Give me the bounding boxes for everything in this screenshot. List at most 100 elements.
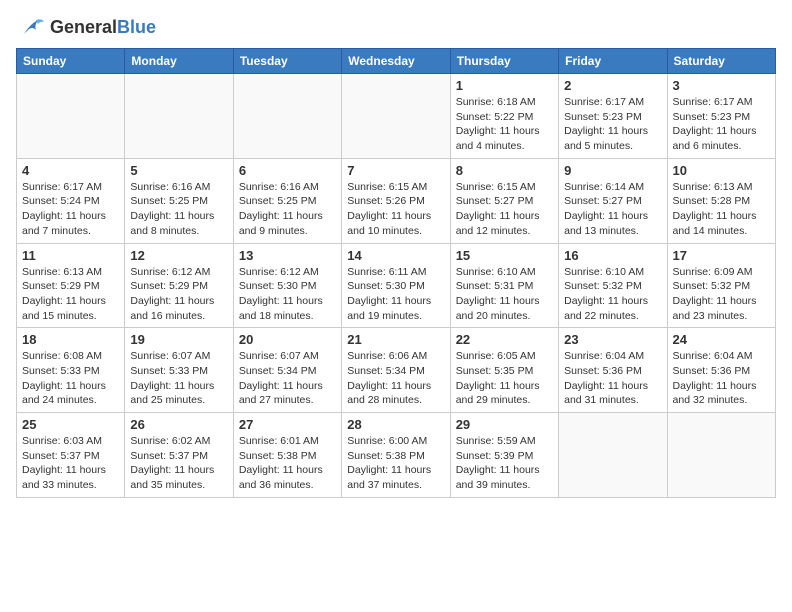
calendar-cell: 12Sunrise: 6:12 AMSunset: 5:29 PMDayligh… xyxy=(125,243,233,328)
calendar-week-row: 4 Sunrise: 6:17 AMSunset: 5:24 PMDaylight… xyxy=(17,158,776,243)
day-number: 25 xyxy=(22,417,119,432)
day-info: Sunrise: 6:17 AMSunset: 5:23 PMDaylight:… xyxy=(673,95,770,154)
calendar-cell xyxy=(667,413,775,498)
day-info: Sunrise: 6:18 AMSunset: 5:22 PMDaylight:… xyxy=(456,95,553,154)
calendar-cell: 6 Sunrise: 6:16 AMSunset: 5:25 PMDaylight… xyxy=(233,158,341,243)
calendar-cell: 16Sunrise: 6:10 AMSunset: 5:32 PMDayligh… xyxy=(559,243,667,328)
weekday-header-sunday: Sunday xyxy=(17,49,125,74)
day-info: Sunrise: 6:03 AMSunset: 5:37 PMDaylight:… xyxy=(22,434,119,493)
weekday-header-tuesday: Tuesday xyxy=(233,49,341,74)
day-info: Sunrise: 6:15 AMSunset: 5:26 PMDaylight:… xyxy=(347,180,444,239)
weekday-header-wednesday: Wednesday xyxy=(342,49,450,74)
day-number: 16 xyxy=(564,248,661,263)
calendar-cell: 4 Sunrise: 6:17 AMSunset: 5:24 PMDaylight… xyxy=(17,158,125,243)
day-number: 8 xyxy=(456,163,553,178)
calendar-week-row: 1 Sunrise: 6:18 AMSunset: 5:22 PMDaylight… xyxy=(17,74,776,159)
calendar-week-row: 11 Sunrise: 6:13 AMSunset: 5:29 PMDayligh… xyxy=(17,243,776,328)
calendar-cell: 27 Sunrise: 6:01 AMSunset: 5:38 PMDayligh… xyxy=(233,413,341,498)
calendar-cell: 28 Sunrise: 6:00 AMSunset: 5:38 PMDayligh… xyxy=(342,413,450,498)
calendar-cell: 22 Sunrise: 6:05 AMSunset: 5:35 PMDayligh… xyxy=(450,328,558,413)
calendar-cell: 26 Sunrise: 6:02 AMSunset: 5:37 PMDayligh… xyxy=(125,413,233,498)
calendar-cell: 1 Sunrise: 6:18 AMSunset: 5:22 PMDaylight… xyxy=(450,74,558,159)
day-number: 9 xyxy=(564,163,661,178)
calendar-cell xyxy=(17,74,125,159)
day-number: 22 xyxy=(456,332,553,347)
calendar-cell: 7 Sunrise: 6:15 AMSunset: 5:26 PMDaylight… xyxy=(342,158,450,243)
day-number: 3 xyxy=(673,78,770,93)
calendar-body: 1 Sunrise: 6:18 AMSunset: 5:22 PMDaylight… xyxy=(17,74,776,498)
calendar-cell xyxy=(342,74,450,159)
day-number: 1 xyxy=(456,78,553,93)
calendar-cell: 18 Sunrise: 6:08 AMSunset: 5:33 PMDayligh… xyxy=(17,328,125,413)
day-info: Sunrise: 6:05 AMSunset: 5:35 PMDaylight:… xyxy=(456,349,553,408)
day-info: Sunrise: 6:07 AMSunset: 5:34 PMDaylight:… xyxy=(239,349,336,408)
day-info: Sunrise: 6:04 AMSunset: 5:36 PMDaylight:… xyxy=(673,349,770,408)
day-number: 26 xyxy=(130,417,227,432)
day-info: Sunrise: 6:01 AMSunset: 5:38 PMDaylight:… xyxy=(239,434,336,493)
calendar-cell: 13Sunrise: 6:12 AMSunset: 5:30 PMDayligh… xyxy=(233,243,341,328)
day-number: 20 xyxy=(239,332,336,347)
day-info: Sunrise: 6:08 AMSunset: 5:33 PMDaylight:… xyxy=(22,349,119,408)
day-number: 15 xyxy=(456,248,553,263)
calendar-cell: 2Sunrise: 6:17 AMSunset: 5:23 PMDaylight… xyxy=(559,74,667,159)
calendar-table: SundayMondayTuesdayWednesdayThursdayFrid… xyxy=(16,48,776,498)
calendar-cell: 11 Sunrise: 6:13 AMSunset: 5:29 PMDayligh… xyxy=(17,243,125,328)
day-number: 23 xyxy=(564,332,661,347)
weekday-header-thursday: Thursday xyxy=(450,49,558,74)
day-info: Sunrise: 6:15 AMSunset: 5:27 PMDaylight:… xyxy=(456,180,553,239)
weekday-header-friday: Friday xyxy=(559,49,667,74)
day-number: 10 xyxy=(673,163,770,178)
calendar-cell: 23 Sunrise: 6:04 AMSunset: 5:36 PMDayligh… xyxy=(559,328,667,413)
calendar-cell xyxy=(233,74,341,159)
day-number: 11 xyxy=(22,248,119,263)
calendar-header: SundayMondayTuesdayWednesdayThursdayFrid… xyxy=(17,49,776,74)
day-info: Sunrise: 6:06 AMSunset: 5:34 PMDaylight:… xyxy=(347,349,444,408)
day-info: Sunrise: 6:16 AMSunset: 5:25 PMDaylight:… xyxy=(239,180,336,239)
day-info: Sunrise: 5:59 AMSunset: 5:39 PMDaylight:… xyxy=(456,434,553,493)
day-info: Sunrise: 6:10 AMSunset: 5:31 PMDaylight:… xyxy=(456,265,553,324)
day-number: 6 xyxy=(239,163,336,178)
day-info: Sunrise: 6:07 AMSunset: 5:33 PMDaylight:… xyxy=(130,349,227,408)
day-info: Sunrise: 6:14 AMSunset: 5:27 PMDaylight:… xyxy=(564,180,661,239)
day-info: Sunrise: 6:13 AMSunset: 5:29 PMDaylight:… xyxy=(22,265,119,324)
day-number: 19 xyxy=(130,332,227,347)
calendar-cell: 21 Sunrise: 6:06 AMSunset: 5:34 PMDayligh… xyxy=(342,328,450,413)
weekday-header-row: SundayMondayTuesdayWednesdayThursdayFrid… xyxy=(17,49,776,74)
day-info: Sunrise: 6:09 AMSunset: 5:32 PMDaylight:… xyxy=(673,265,770,324)
calendar-cell: 24Sunrise: 6:04 AMSunset: 5:36 PMDayligh… xyxy=(667,328,775,413)
day-number: 21 xyxy=(347,332,444,347)
day-info: Sunrise: 6:13 AMSunset: 5:28 PMDaylight:… xyxy=(673,180,770,239)
calendar-cell: 25 Sunrise: 6:03 AMSunset: 5:37 PMDayligh… xyxy=(17,413,125,498)
day-info: Sunrise: 6:04 AMSunset: 5:36 PMDaylight:… xyxy=(564,349,661,408)
calendar-cell: 19 Sunrise: 6:07 AMSunset: 5:33 PMDayligh… xyxy=(125,328,233,413)
day-number: 7 xyxy=(347,163,444,178)
day-number: 4 xyxy=(22,163,119,178)
calendar-cell: 20 Sunrise: 6:07 AMSunset: 5:34 PMDayligh… xyxy=(233,328,341,413)
logo-icon xyxy=(16,16,46,40)
calendar-cell: 9 Sunrise: 6:14 AMSunset: 5:27 PMDaylight… xyxy=(559,158,667,243)
calendar-cell xyxy=(559,413,667,498)
day-number: 18 xyxy=(22,332,119,347)
calendar-cell: 8 Sunrise: 6:15 AMSunset: 5:27 PMDaylight… xyxy=(450,158,558,243)
calendar-week-row: 25 Sunrise: 6:03 AMSunset: 5:37 PMDayligh… xyxy=(17,413,776,498)
day-info: Sunrise: 6:00 AMSunset: 5:38 PMDaylight:… xyxy=(347,434,444,493)
day-info: Sunrise: 6:17 AMSunset: 5:24 PMDaylight:… xyxy=(22,180,119,239)
logo-text: GeneralBlue xyxy=(50,18,156,38)
day-number: 13 xyxy=(239,248,336,263)
calendar-cell: 5Sunrise: 6:16 AMSunset: 5:25 PMDaylight… xyxy=(125,158,233,243)
day-number: 17 xyxy=(673,248,770,263)
calendar-cell: 10 Sunrise: 6:13 AMSunset: 5:28 PMDayligh… xyxy=(667,158,775,243)
day-number: 14 xyxy=(347,248,444,263)
day-info: Sunrise: 6:12 AMSunset: 5:29 PMDaylight:… xyxy=(130,265,227,324)
day-number: 27 xyxy=(239,417,336,432)
calendar-cell: 17 Sunrise: 6:09 AMSunset: 5:32 PMDayligh… xyxy=(667,243,775,328)
day-number: 2 xyxy=(564,78,661,93)
weekday-header-monday: Monday xyxy=(125,49,233,74)
day-number: 29 xyxy=(456,417,553,432)
day-info: Sunrise: 6:02 AMSunset: 5:37 PMDaylight:… xyxy=(130,434,227,493)
day-info: Sunrise: 6:11 AMSunset: 5:30 PMDaylight:… xyxy=(347,265,444,324)
calendar-cell: 3 Sunrise: 6:17 AMSunset: 5:23 PMDaylight… xyxy=(667,74,775,159)
day-number: 28 xyxy=(347,417,444,432)
page-header: GeneralBlue xyxy=(16,16,776,40)
calendar-week-row: 18 Sunrise: 6:08 AMSunset: 5:33 PMDayligh… xyxy=(17,328,776,413)
